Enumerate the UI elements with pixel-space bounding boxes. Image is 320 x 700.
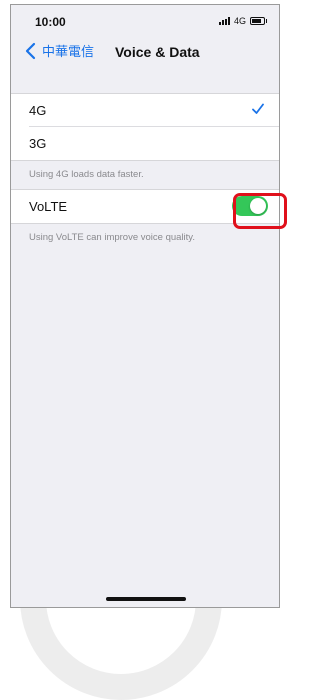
signal-icon [218,17,230,25]
battery-icon [250,17,267,25]
status-time: 10:00 [35,15,66,29]
page-title: Voice & Data [115,44,200,60]
chevron-left-icon [25,42,36,59]
nav-bar: 中華電信 Voice & Data [11,37,279,67]
back-button[interactable]: 中華電信 [23,41,94,60]
back-label: 中華電信 [42,44,95,59]
option-3g-row[interactable]: 3G [11,127,279,160]
phone-screen: 10:00 4G 中華電信 Voice & Data 4G 3G Using 4… [10,4,280,608]
volte-label: VoLTE [29,199,68,214]
network-type: 4G [233,16,246,26]
option-label: 3G [29,136,47,151]
volte-toggle-highlight [233,193,287,229]
status-bar: 10:00 4G [11,5,279,37]
network-options-group: 4G 3G [11,93,279,161]
home-indicator[interactable] [106,597,186,601]
option-label: 4G [29,103,47,118]
network-footer-note: Using 4G loads data faster. [29,169,144,180]
status-indicators: 4G [218,16,267,26]
option-4g-row[interactable]: 4G [11,94,279,127]
checkmark-icon [252,103,264,114]
